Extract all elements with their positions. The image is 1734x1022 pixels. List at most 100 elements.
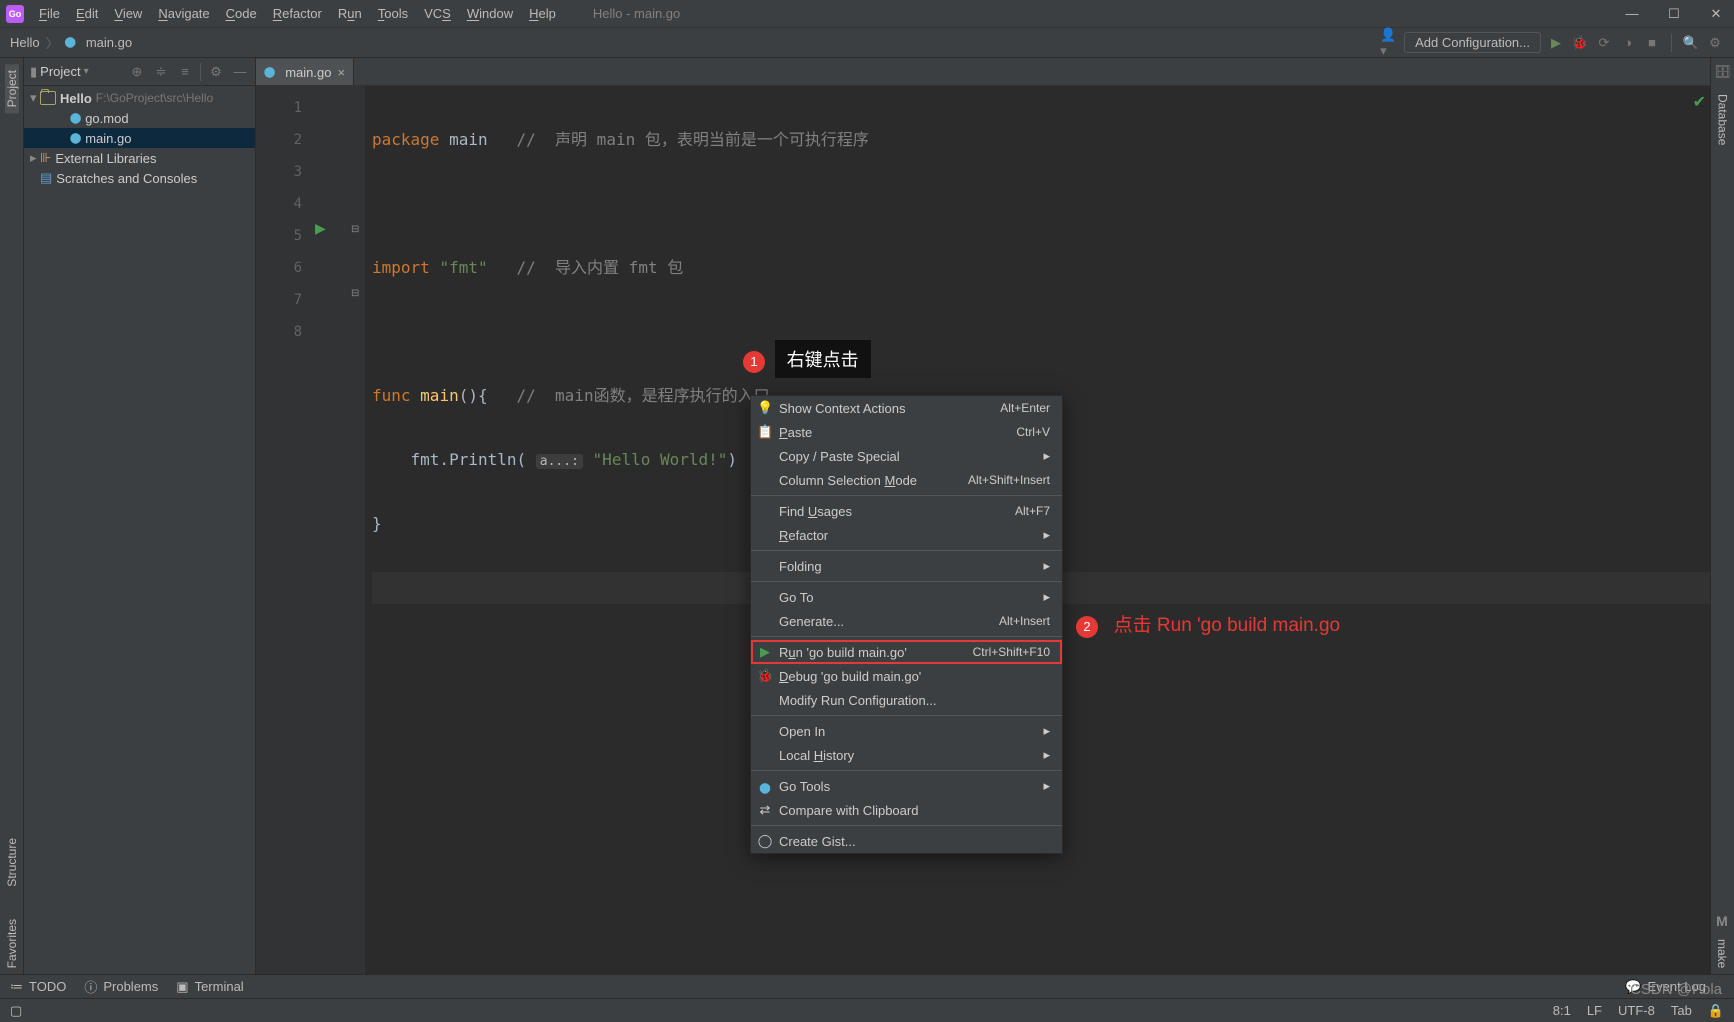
maximize-button[interactable]: ☐	[1662, 6, 1686, 22]
right-tool-stripe: 🗄 Database	[1710, 58, 1734, 998]
ctx-item[interactable]: 💡Show Context ActionsAlt+Enter	[751, 396, 1062, 420]
go-file-icon: ⬤	[70, 133, 81, 144]
debug-icon[interactable]: 🐞	[1571, 34, 1589, 52]
ctx-item[interactable]: Go To▸	[751, 585, 1062, 609]
add-configuration-button[interactable]: Add Configuration...	[1404, 32, 1541, 53]
ctx-item[interactable]: Generate...Alt+Insert	[751, 609, 1062, 633]
menu-help[interactable]: Help	[522, 4, 563, 23]
ctx-item[interactable]: ⇄Compare with Clipboard	[751, 798, 1062, 822]
tab-make[interactable]: make	[1715, 933, 1729, 974]
library-icon: ⊪	[40, 150, 51, 166]
gutter: 12345678	[256, 86, 310, 998]
tree-file-maingo[interactable]: ⬤ main.go	[24, 128, 255, 148]
tree-file-gomod[interactable]: ⬤ go.mod	[24, 108, 255, 128]
project-panel: ▮ Project ▾ ⊕ ≑ ≡ ⚙ — ▾ Hello F:\GoProje…	[24, 58, 256, 998]
expand-icon[interactable]: ≑	[152, 63, 170, 81]
nav-bar: Hello 〉 ⬤ main.go 👤▾ Add Configuration..…	[0, 28, 1734, 58]
context-menu: 💡Show Context ActionsAlt+Enter📋PasteCtrl…	[750, 395, 1063, 854]
stop-icon[interactable]: ■	[1643, 34, 1661, 52]
scratch-icon: ▤	[40, 170, 52, 186]
ctx-item[interactable]: Folding▸	[751, 554, 1062, 578]
status-bar: ▢ 8:1 LF UTF-8 Tab 🔒	[0, 998, 1734, 1022]
menu-file[interactable]: File	[32, 4, 67, 23]
bottom-tool-bar: ≔TODO ⓘProblems ▣Terminal 💬Event Log	[0, 974, 1734, 998]
profile-icon[interactable]: ◑	[1619, 34, 1637, 52]
menu-tools[interactable]: Tools	[371, 4, 415, 23]
menu-run[interactable]: Run	[331, 4, 369, 23]
status-quick-list-icon[interactable]: ▢	[10, 1003, 22, 1019]
bb-problems[interactable]: ⓘProblems	[84, 977, 158, 996]
menu-vcs[interactable]: VCS	[417, 4, 458, 23]
project-header: ▮ Project ▾ ⊕ ≑ ≡ ⚙ —	[24, 58, 255, 86]
status-lock-icon[interactable]: 🔒	[1708, 1003, 1724, 1019]
tab-project[interactable]: Project	[5, 64, 19, 113]
menu-navigate[interactable]: Navigate	[151, 4, 216, 23]
menu-view[interactable]: View	[107, 4, 149, 23]
menu-refactor[interactable]: Refactor	[266, 4, 329, 23]
status-caret[interactable]: 8:1	[1553, 1003, 1571, 1019]
close-icon[interactable]: ×	[337, 65, 345, 80]
bb-terminal[interactable]: ▣Terminal	[176, 979, 243, 995]
ctx-item[interactable]: Open In▸	[751, 719, 1062, 743]
tab-main-go[interactable]: ⬤ main.go ×	[256, 59, 354, 85]
project-tree: ▾ Hello F:\GoProject\src\Hello ⬤ go.mod …	[24, 86, 255, 190]
menu-bar: File Edit View Navigate Code Refactor Ru…	[32, 0, 563, 27]
search-icon[interactable]: 🔍	[1682, 34, 1700, 52]
ctx-item[interactable]: Copy / Paste Special▸	[751, 444, 1062, 468]
ctx-item[interactable]: 🐞Debug 'go build main.go'	[751, 664, 1062, 688]
run-icon[interactable]: ▶	[1547, 34, 1565, 52]
ctx-item[interactable]: ▶Run 'go build main.go'Ctrl+Shift+F10	[751, 640, 1062, 664]
database-icon[interactable]: 🗄	[1714, 64, 1731, 80]
ctx-item[interactable]: Modify Run Configuration...	[751, 688, 1062, 712]
bb-event-log[interactable]: 💬Event Log	[1625, 979, 1706, 995]
ctx-item[interactable]: ⬤Go Tools▸	[751, 774, 1062, 798]
tree-scratches[interactable]: ▤ Scratches and Consoles	[24, 168, 255, 188]
run-line-icon[interactable]: ▶	[315, 220, 326, 237]
ctx-item[interactable]: Column Selection ModeAlt+Shift+Insert	[751, 468, 1062, 492]
panel-hide-icon[interactable]: —	[231, 63, 249, 81]
bb-todo[interactable]: ≔TODO	[10, 979, 66, 995]
tab-structure[interactable]: Structure	[5, 832, 19, 893]
ctx-item[interactable]: Local History▸	[751, 743, 1062, 767]
breadcrumb-project[interactable]: Hello	[10, 35, 40, 50]
window-title: Hello - main.go	[593, 6, 680, 21]
tab-favorites[interactable]: Favorites	[5, 913, 19, 974]
collapse-icon[interactable]: ≡	[176, 63, 194, 81]
minimize-button[interactable]: —	[1620, 6, 1644, 22]
status-indent[interactable]: Tab	[1671, 1003, 1692, 1019]
settings-icon[interactable]: ⚙	[1706, 34, 1724, 52]
coverage-icon[interactable]: ⟳	[1595, 34, 1613, 52]
go-file-icon: ⬤	[70, 113, 81, 124]
title-bar: Go File Edit View Navigate Code Refactor…	[0, 0, 1734, 28]
folder-icon	[40, 91, 56, 105]
ctx-item[interactable]: Find UsagesAlt+F7	[751, 499, 1062, 523]
analysis-ok-icon: ✔	[1693, 92, 1706, 112]
go-file-icon: ⬤	[264, 67, 275, 78]
tree-root[interactable]: ▾ Hello F:\GoProject\src\Hello	[24, 88, 255, 108]
ctx-item[interactable]: Refactor▸	[751, 523, 1062, 547]
fold-gutter: ⊟ ⊟	[348, 86, 366, 998]
menu-window[interactable]: Window	[460, 4, 520, 23]
ctx-item[interactable]: 📋PasteCtrl+V	[751, 420, 1062, 444]
status-encoding[interactable]: UTF-8	[1618, 1003, 1655, 1019]
run-gutter: ▶	[310, 86, 348, 998]
close-button[interactable]: ✕	[1704, 6, 1728, 22]
breadcrumb-file[interactable]: main.go	[86, 35, 132, 50]
status-sep[interactable]: LF	[1587, 1003, 1602, 1019]
menu-edit[interactable]: Edit	[69, 4, 105, 23]
breadcrumb: Hello 〉 ⬤ main.go	[10, 33, 132, 52]
tree-external-libs[interactable]: ▸ ⊪ External Libraries	[24, 148, 255, 168]
tab-database[interactable]: Database	[1716, 88, 1730, 151]
menu-code[interactable]: Code	[219, 4, 264, 23]
user-icon[interactable]: 👤▾	[1380, 34, 1398, 52]
annotation-2: 2 点击 Run 'go build main.go	[1076, 610, 1340, 638]
tab-label: main.go	[285, 65, 331, 80]
error-stripe: ✔	[1694, 86, 1710, 998]
annotation-1: 1 右键点击	[743, 340, 871, 378]
tab-bar: ⬤ main.go ×	[256, 58, 1710, 86]
ctx-item[interactable]: ◯Create Gist...	[751, 829, 1062, 853]
locate-icon[interactable]: ⊕	[128, 63, 146, 81]
make-icon[interactable]: M	[1716, 913, 1728, 929]
panel-settings-icon[interactable]: ⚙	[207, 63, 225, 81]
project-title-combo[interactable]: ▮ Project ▾	[30, 64, 89, 80]
